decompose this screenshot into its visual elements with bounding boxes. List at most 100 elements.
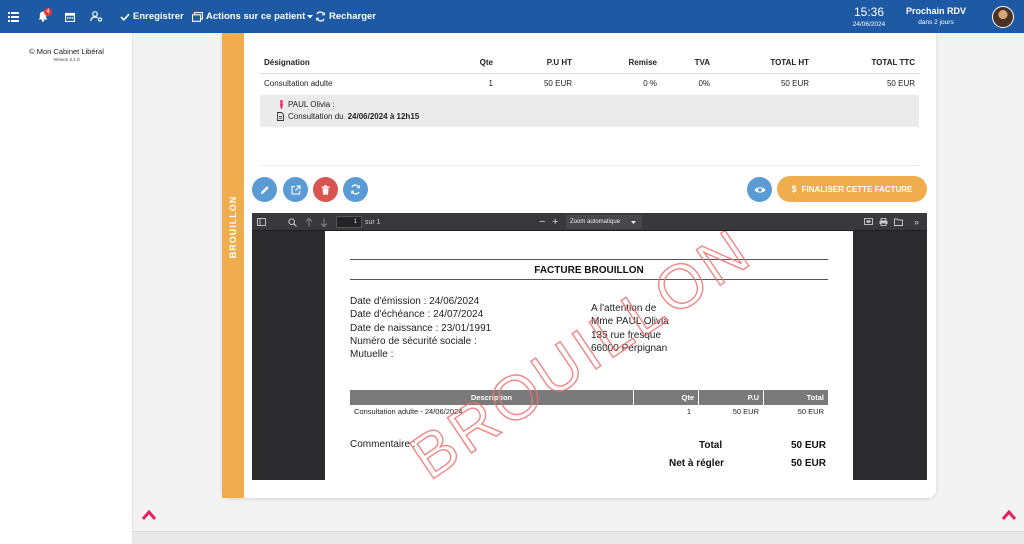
search-icon[interactable] [288,213,297,231]
pdf-recipient: A l'attention de Mme PAUL Olivia 135 rue… [591,302,669,355]
clock-date: 24/06/2024 [852,21,886,28]
open-external-button[interactable] [283,177,308,202]
save-button[interactable]: Enregistrer [120,0,184,33]
delete-button[interactable] [313,177,338,202]
pdf-comment-label: Commentaire : [350,439,416,450]
pdf-issue-date: Date d'émission : 24/06/2024 [350,296,480,307]
eye-icon [754,186,765,193]
col-header-designation: Désignation [260,55,436,74]
save-label: Enregistrer [133,11,184,22]
sidebar: © Mon Cabinet Libéral Version 2.1.0 [0,33,133,544]
edit-button[interactable] [252,177,277,202]
pdf-patient-info: Date d'émission : 24/06/2024 Date d'éché… [350,295,491,361]
dollar-icon: $ [791,184,797,194]
patient-actions-dropdown[interactable]: Actions sur ce patient [192,0,314,33]
pdf-recipient-name: Mme PAUL Olivia [591,316,669,328]
draft-status-text: BROUILLON [228,195,238,259]
reload-button[interactable]: Recharger [315,0,376,33]
pdf-title: FACTURE BROUILLON [534,265,644,276]
pdf-birth-date: Date de naissance : 23/01/1991 [350,322,492,334]
previous-page-icon[interactable] [305,213,313,231]
menu-icon[interactable] [8,0,19,33]
bell-icon[interactable] [38,0,48,33]
pdf-recipient-street: 135 rue fresque [591,329,662,341]
brand-name: © Mon Cabinet Libéral [29,47,104,56]
female-patient-icon [280,100,283,109]
col-header-unit-price: P.U HT [497,55,576,74]
pdf-total-label: Total [699,440,723,451]
cell-discount: 0 % [643,79,657,88]
pencil-icon [260,185,269,194]
window-icon [192,11,203,22]
next-appointment-label: Prochain RDV [905,6,966,16]
line-detail-box: PAUL Olivia : Consultation du 24/06/2024… [260,95,919,127]
scroll-top-left-icon[interactable] [141,508,157,520]
chevron-down-icon [631,221,636,224]
document-icon [277,112,284,121]
pdf-due-date: Date d'échéance : 24/07/2024 [350,309,484,321]
pdf-net-value: 50 EUR [790,458,826,469]
trash-icon [321,184,330,195]
next-appointment[interactable]: Prochain RDV dans 2 jours [903,6,969,26]
avatar[interactable] [992,6,1014,28]
notification-badge: 4 [44,8,52,16]
caret-down-icon [307,14,314,18]
zoom-select[interactable]: Zoom automatique [566,215,642,229]
cell-unit-price: 50 EUR [543,79,572,88]
presentation-mode-icon[interactable] [864,213,873,231]
regenerate-button[interactable] [343,177,368,202]
patient-actions-label: Actions sur ce patient [206,11,306,22]
next-appointment-when: dans 2 jours [918,19,954,26]
divider [260,165,919,166]
detail-patient-name: PAUL Olivia : [288,100,335,109]
user-settings-icon[interactable] [90,0,103,33]
preview-button[interactable] [747,177,772,202]
cell-total-ttc: 50 EUR [886,79,915,88]
finalise-invoice-button[interactable]: $ FINALISER CETTE FACTURE [777,176,927,202]
zoom-out-icon[interactable]: − [539,213,545,231]
next-page-icon[interactable] [320,213,328,231]
pdf-row-total: 50 EUR [797,407,824,416]
app-version: Version 2.1.0 [53,57,80,62]
page-number-input[interactable]: 1 [336,216,362,228]
cell-qty: 1 [488,79,493,88]
pdf-row-description: Consultation adulte - 24/06/2024 [354,407,463,416]
clock-time: 15:36 [853,5,885,19]
detail-consultation-prefix: Consultation du [288,112,344,121]
pdf-mutual: Mutuelle : [350,349,394,361]
pdf-title-rule-top [350,259,828,260]
pdf-col-unit-price: P.U [699,390,764,405]
folder-icon[interactable] [894,213,903,231]
scroll-top-right-icon[interactable] [1001,508,1017,520]
top-bar: 4 Enregistrer Actions sur ce patient Rec… [0,0,1024,33]
pdf-toolbar: 1 sur 1 − + Zoom automatique » [252,213,927,231]
col-header-vat: TVA [661,55,714,74]
pdf-recipient-city: 66000 Perpignan [591,342,668,354]
clock: 15:36 24/06/2024 [848,5,890,28]
sidebar-toggle-icon[interactable] [257,213,266,231]
detail-consultation: Consultation du 24/06/2024 à 12h15 [277,112,419,121]
pdf-social-security: Numéro de sécurité sociale : [350,335,477,347]
col-header-total-ht: TOTAL HT [714,55,813,74]
check-icon [120,13,130,21]
more-tools-icon[interactable]: » [914,213,919,231]
detail-consultation-date: 24/06/2024 à 12h15 [347,112,420,121]
calendar-icon[interactable] [65,0,75,33]
sync-icon [351,184,360,195]
bottom-bar [133,531,1024,544]
finalise-invoice-label: FINALISER CETTE FACTURE [801,184,913,194]
detail-patient: PAUL Olivia : [279,100,335,109]
print-icon[interactable] [879,213,888,231]
zoom-select-value: Zoom automatique [570,219,621,225]
col-header-qty: Qte [436,55,497,74]
pdf-col-qty: Qte [634,390,699,405]
zoom-in-icon[interactable]: + [552,213,558,231]
col-header-discount: Remise [576,55,661,74]
cell-total-ht: 50 EUR [780,79,809,88]
pdf-page: FACTURE BROUILLON Date d'émission : 24/0… [325,231,853,480]
col-header-total-ttc: TOTAL TTC [813,55,919,74]
cell-designation: Consultation adulte [264,79,333,88]
pdf-row-unit-price: 50 EUR [732,407,759,416]
pdf-total-value: 50 EUR [790,440,826,451]
pdf-net-label: Net à régler [669,458,725,469]
